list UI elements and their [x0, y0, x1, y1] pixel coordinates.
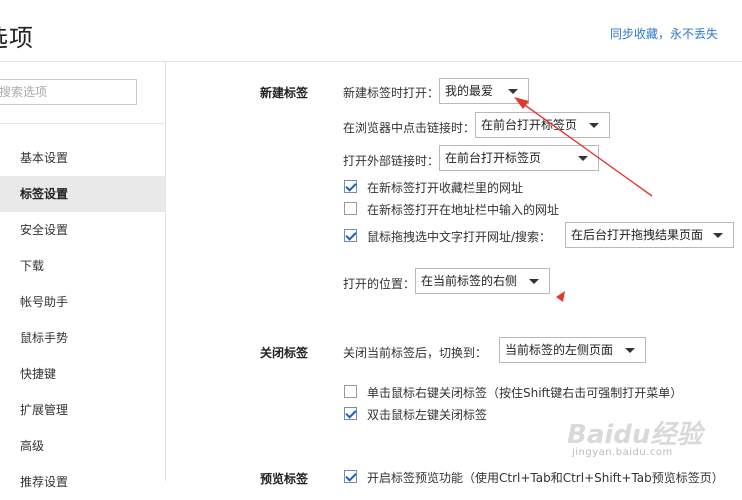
annotation-arrow-line — [521, 102, 653, 197]
baidu-watermark-logo: Baidu经验 — [567, 420, 706, 450]
annotation-marker — [556, 291, 565, 302]
svg-text:Baidu经验: Baidu经验 — [567, 420, 706, 450]
watermark-url: jingyan.baidu.com — [572, 447, 673, 458]
annotation-overlay — [514, 97, 653, 302]
